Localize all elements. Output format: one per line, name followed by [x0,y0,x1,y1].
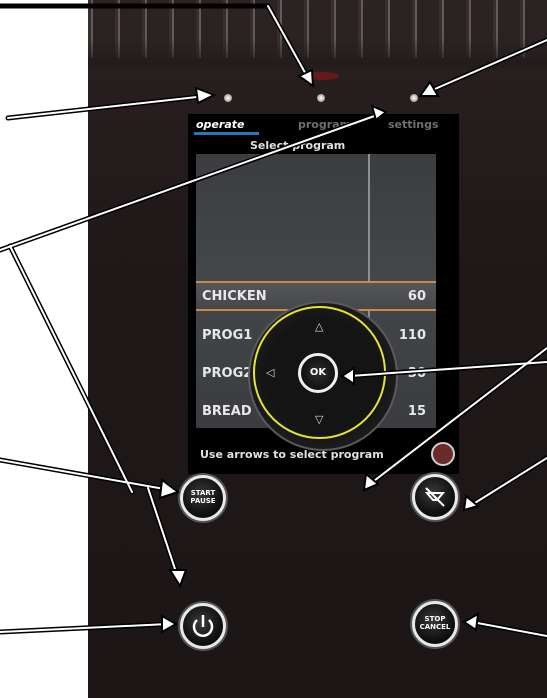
hint-text: Use arrows to select program [200,448,384,461]
program-name: PROG1 [202,328,253,343]
program-time: 60 [407,289,426,304]
indicator-led-left [224,94,232,102]
arrows-icon [431,442,455,466]
start-pause-button[interactable]: START PAUSE [180,475,226,521]
indicator-led-right [410,94,418,102]
red-glow [305,72,339,80]
power-button[interactable] [180,603,226,649]
ok-button[interactable]: OK [298,353,338,393]
program-time: 110 [398,328,426,343]
down-arrow-icon[interactable]: ▽ [315,413,323,426]
program-name: CHICKEN [202,289,267,304]
up-arrow-icon[interactable]: △ [315,320,323,333]
program-time: 30 [407,366,426,381]
screen-title: Select program [250,139,346,152]
program-name: PROG2 [202,366,253,381]
power-icon [192,615,214,637]
active-tab-indicator [194,132,259,135]
indicator-led-center [317,94,325,102]
left-arrow-icon[interactable]: ◁ [266,366,274,379]
light-button[interactable] [412,474,458,520]
program-time: 15 [407,404,426,419]
light-off-icon [424,487,446,507]
tab-settings[interactable]: settings [388,118,439,131]
stop-cancel-button[interactable]: STOP CANCEL [412,601,458,647]
stop-cancel-label: STOP CANCEL [419,615,451,631]
tab-program[interactable]: program [298,118,351,131]
start-pause-label: START PAUSE [190,489,216,505]
program-name: BREAD [202,404,252,419]
tab-operate[interactable]: operate [196,118,244,131]
